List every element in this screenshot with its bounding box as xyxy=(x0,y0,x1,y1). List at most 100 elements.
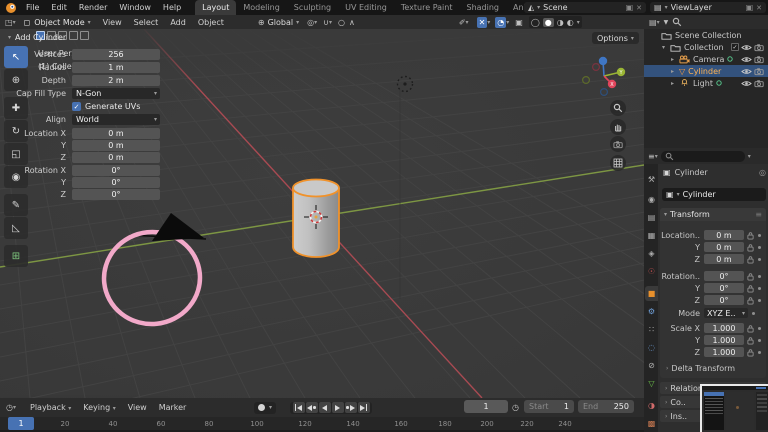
prev-keyframe-button[interactable] xyxy=(306,402,318,413)
properties-tab-modifiers[interactable]: ⚙ xyxy=(645,304,658,319)
shading-wireframe-icon[interactable]: ◯ xyxy=(531,18,540,27)
blender-logo-icon[interactable] xyxy=(5,2,17,14)
number-field[interactable]: 0° xyxy=(72,177,160,188)
outliner-row-collection[interactable]: ▾Collection✓ xyxy=(644,41,768,53)
properties-tab-view-layer[interactable]: ▦ xyxy=(645,228,658,243)
filter-icon[interactable]: ▼ xyxy=(664,19,669,26)
checkbox-label[interactable]: Generate UVs xyxy=(85,102,140,111)
expander-icon[interactable]: ▸ xyxy=(669,68,676,75)
tool-measure-button[interactable]: ◺ xyxy=(4,217,28,239)
render-visibility-icon[interactable] xyxy=(754,67,765,76)
nav-perspective-toggle[interactable] xyxy=(610,155,626,171)
checkbox-checked-icon[interactable]: ✓ xyxy=(72,102,81,111)
jump-to-end-button[interactable] xyxy=(358,402,370,413)
next-keyframe-button[interactable] xyxy=(345,402,357,413)
tool-add-cube-button[interactable]: ⊞ xyxy=(4,245,28,267)
current-frame-badge[interactable]: 1 xyxy=(8,417,34,430)
object-name-field[interactable]: ▣▾ Cylinder xyxy=(662,188,766,201)
transform-panel-header[interactable]: ▾ Transform ≡ xyxy=(660,208,766,221)
number-field[interactable]: 1.000 xyxy=(704,323,744,333)
play-button[interactable] xyxy=(332,402,344,413)
render-visibility-icon[interactable] xyxy=(754,55,765,64)
outliner-row-scene-collection[interactable]: Scene Collection xyxy=(644,29,768,41)
animate-dot-icon[interactable] xyxy=(752,312,755,315)
eye-visibility-icon[interactable] xyxy=(741,67,752,76)
options-button[interactable]: Options▾ xyxy=(592,32,639,44)
proportional-editing-icon[interactable]: ○ xyxy=(338,18,345,27)
render-visibility-icon[interactable] xyxy=(754,43,765,52)
lock-icon[interactable] xyxy=(747,231,754,240)
timeline-menu-marker[interactable]: Marker xyxy=(153,403,193,412)
new-layer-icon[interactable]: ▣ xyxy=(746,3,754,12)
workspace-tab-sculpting[interactable]: Sculpting xyxy=(287,0,338,15)
outliner-label[interactable]: Scene Collection xyxy=(675,31,742,40)
xray-toggle-icon[interactable]: ▣ xyxy=(515,18,523,27)
properties-search-input[interactable] xyxy=(661,151,745,162)
select-field[interactable]: N-Gon▾ xyxy=(72,88,160,99)
search-icon[interactable] xyxy=(672,17,682,27)
outliner-label[interactable]: Light xyxy=(693,79,713,88)
outliner-label[interactable]: Camera xyxy=(693,55,724,64)
view-layer-selector[interactable]: ▤▾ ViewLayer ▣✕ xyxy=(650,2,766,13)
nav-pan-hand[interactable] xyxy=(610,119,626,135)
number-field[interactable]: 1 m xyxy=(72,62,160,73)
timeline-editor-icon[interactable]: ◷▾ xyxy=(6,403,16,412)
viewport-menu-view[interactable]: View xyxy=(97,18,128,27)
record-icon[interactable] xyxy=(258,404,265,411)
properties-tab-data[interactable]: ▽ xyxy=(645,376,658,391)
lock-icon[interactable] xyxy=(747,336,754,345)
outliner-label[interactable]: Cylinder xyxy=(688,67,721,76)
gizmo-toggle-icon[interactable]: ✐▾ xyxy=(459,18,469,27)
number-field[interactable]: 1.000 xyxy=(704,347,744,357)
lock-icon[interactable] xyxy=(747,296,754,305)
start-frame-field[interactable]: Start1 xyxy=(524,400,574,413)
select-field[interactable]: World▾ xyxy=(72,114,160,125)
properties-tab-material[interactable]: ◑ xyxy=(645,398,658,413)
topbar-menu-window[interactable]: Window xyxy=(113,3,157,12)
lock-icon[interactable] xyxy=(747,324,754,333)
animate-dot-icon[interactable] xyxy=(758,287,761,290)
shading-solid-icon[interactable]: ● xyxy=(543,18,554,27)
close-icon[interactable]: ✕ xyxy=(636,4,642,12)
topbar-menu-edit[interactable]: Edit xyxy=(45,3,73,12)
properties-tab-physics[interactable]: ◌ xyxy=(645,340,658,355)
orientation-selector[interactable]: Global xyxy=(268,18,294,27)
select-mode-intersect-icon[interactable] xyxy=(80,31,89,40)
editor-type-icon[interactable]: ◳▾ xyxy=(5,18,16,27)
expander-icon[interactable]: ▾ xyxy=(660,44,667,51)
number-field[interactable]: 0 m xyxy=(72,128,160,139)
animate-dot-icon[interactable] xyxy=(758,275,761,278)
properties-tab-tool[interactable]: ⚒ xyxy=(645,172,658,187)
properties-tab-texture[interactable]: ▩ xyxy=(645,416,658,431)
select-mode-invert-icon[interactable] xyxy=(69,31,78,40)
render-visibility-icon[interactable] xyxy=(754,79,765,88)
operator-panel-title[interactable]: ▾Add Cylinder xyxy=(8,33,66,42)
number-field[interactable]: 2 m xyxy=(72,75,160,86)
properties-tab-world[interactable]: ☉ xyxy=(645,264,658,279)
timeline-menu-keying[interactable]: Keying ▾ xyxy=(77,403,121,412)
end-frame-field[interactable]: End250 xyxy=(578,400,634,413)
snap-magnet-icon[interactable]: ∪▾ xyxy=(323,18,332,27)
current-frame-field[interactable]: 1 xyxy=(464,400,508,413)
animate-dot-icon[interactable] xyxy=(758,351,761,354)
number-field[interactable]: 0 m xyxy=(72,140,160,151)
number-field[interactable]: 0 m xyxy=(704,254,744,264)
number-field[interactable]: 1.000 xyxy=(704,335,744,345)
collection-checkbox[interactable]: ✓ xyxy=(731,43,739,51)
lock-icon[interactable] xyxy=(747,284,754,293)
viewport-3d[interactable]: YX User Perspective (1) Collection | Cyl… xyxy=(0,29,644,398)
jump-to-start-button[interactable] xyxy=(293,402,305,413)
show-gizmo-icon[interactable]: ✕ xyxy=(477,17,488,28)
outliner-row-cylinder[interactable]: ▸▽Cylinder xyxy=(644,65,768,77)
properties-tab-render[interactable]: ◉ xyxy=(645,192,658,207)
close-icon[interactable]: ✕ xyxy=(756,4,762,12)
new-scene-icon[interactable]: ▣ xyxy=(626,3,634,12)
number-field[interactable]: 0° xyxy=(704,283,744,293)
shading-material-icon[interactable]: ◑ xyxy=(557,18,564,27)
workspace-tab-shading[interactable]: Shading xyxy=(459,0,506,15)
viewport-menu-add[interactable]: Add xyxy=(164,18,192,27)
animate-dot-icon[interactable] xyxy=(758,339,761,342)
pivot-point-icon[interactable]: ◎▾ xyxy=(307,18,317,27)
nav-camera-view[interactable] xyxy=(610,136,626,152)
number-field[interactable]: 0° xyxy=(72,189,160,200)
